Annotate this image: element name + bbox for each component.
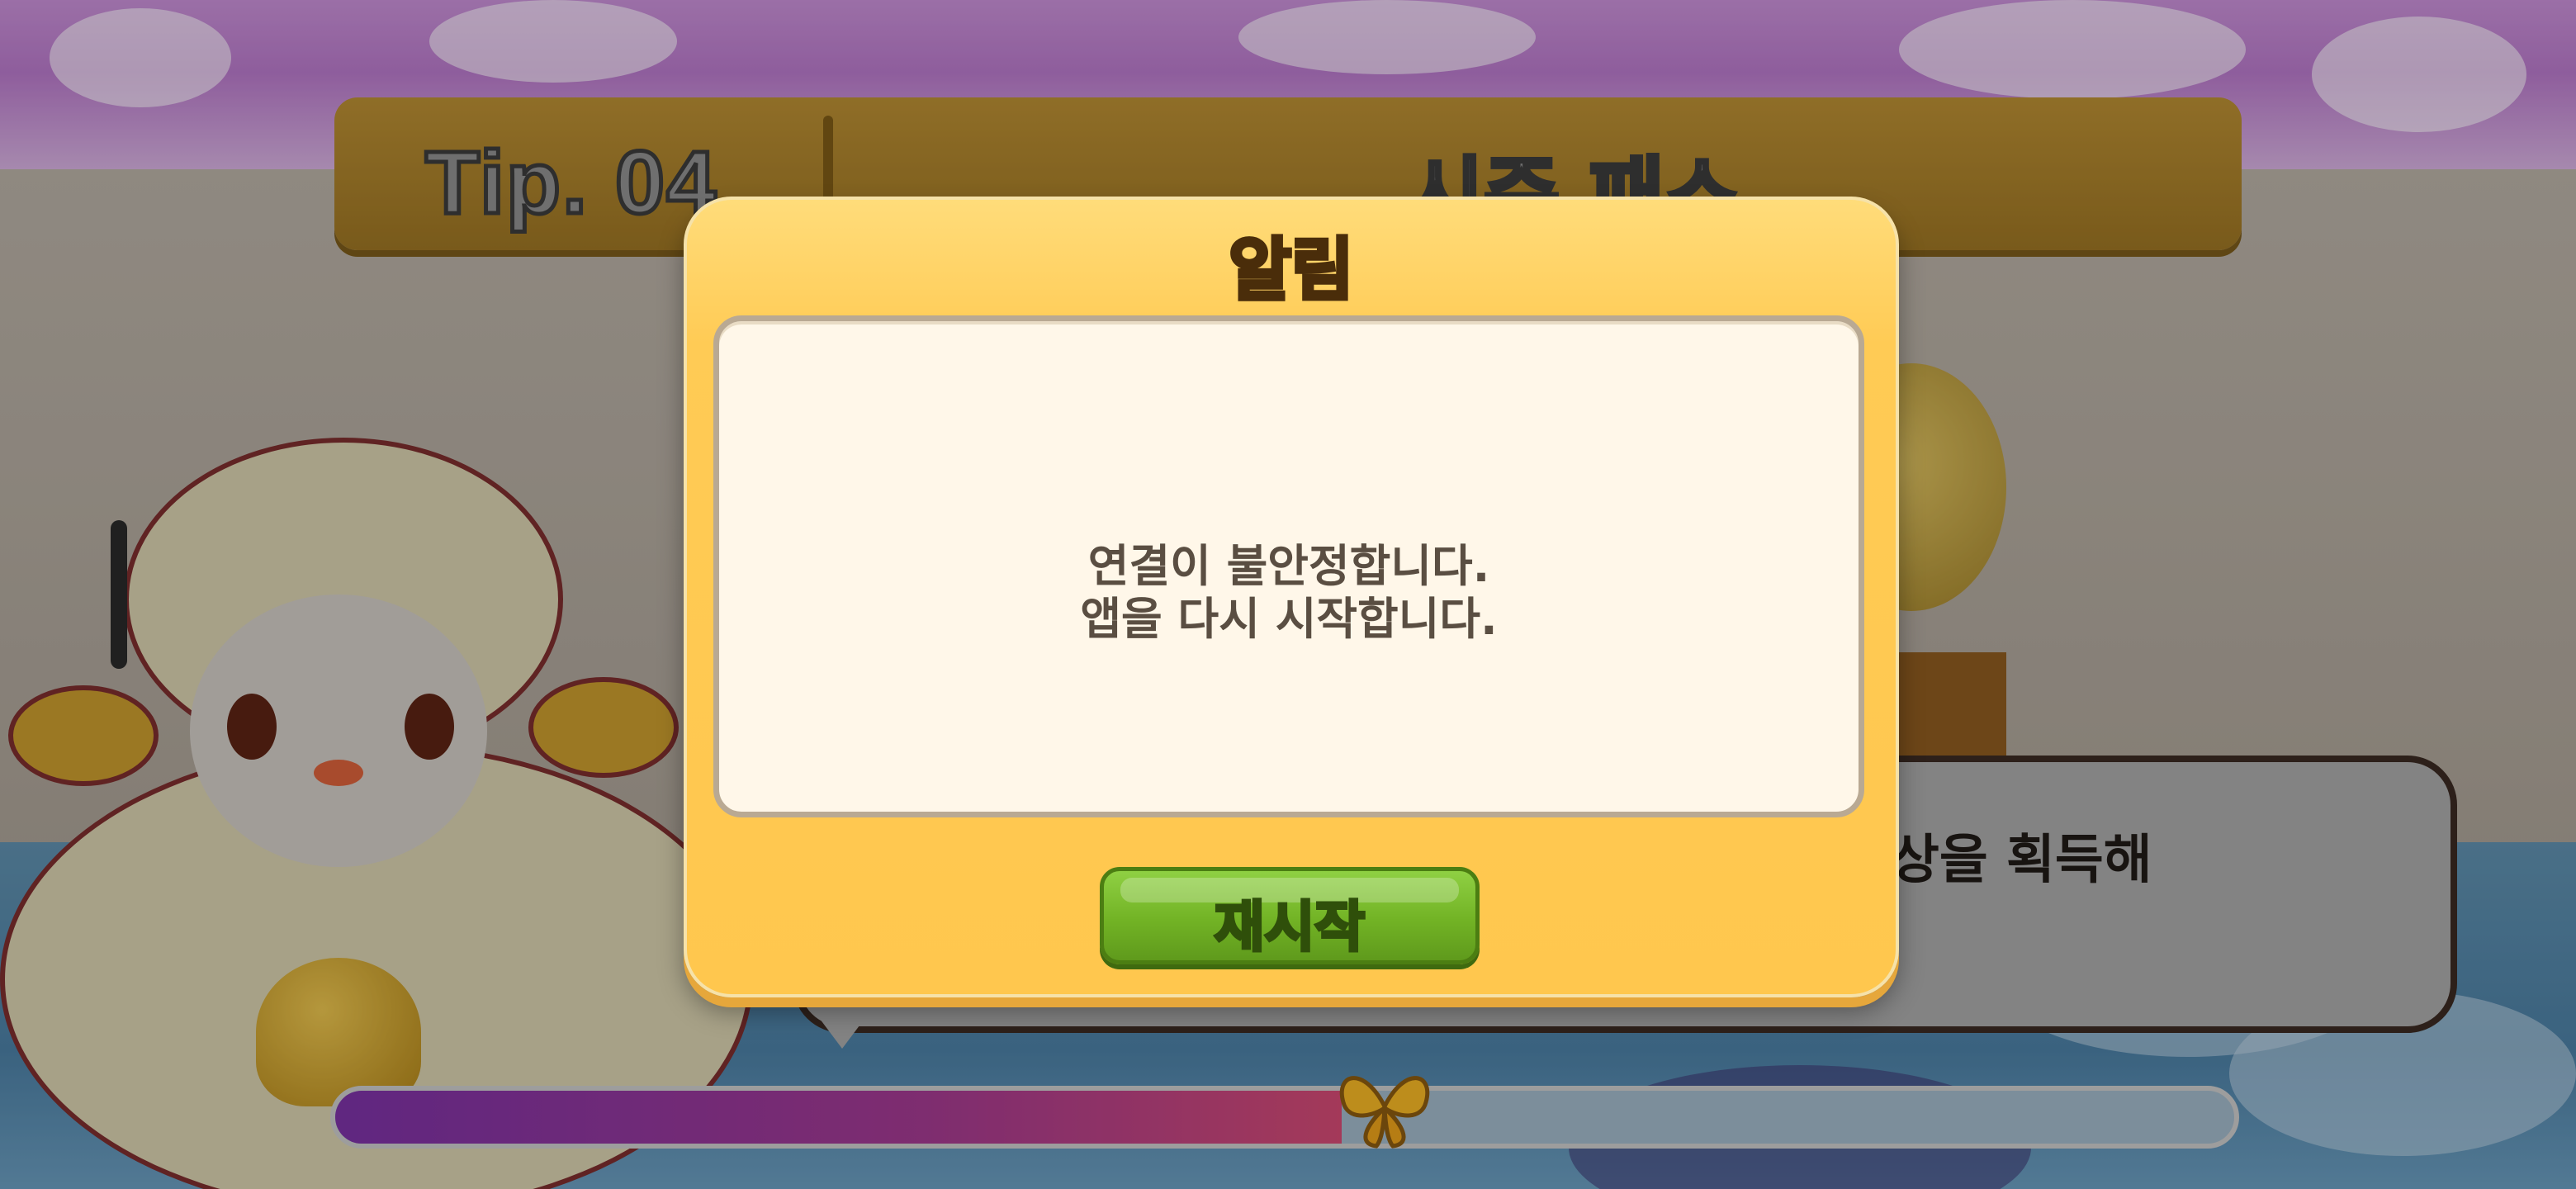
dialog-message-panel: 연결이 불안정합니다. 앱을 다시 시작합니다. [713, 315, 1864, 817]
dialog-message-line-1: 연결이 불안정합니다. [1087, 540, 1490, 592]
dialog-title: 알림 [1227, 230, 1356, 312]
restart-button[interactable]: 재시작 [1100, 867, 1480, 964]
dialog-message: 연결이 불안정합니다. 앱을 다시 시작합니다. [719, 540, 1859, 646]
restart-button-label: 재시작 [1213, 893, 1366, 960]
alert-dialog: 알림 연결이 불안정합니다. 앱을 다시 시작합니다. 재시작 [684, 197, 1899, 997]
dialog-message-line-2: 앱을 다시 시작합니다. [1080, 593, 1498, 645]
